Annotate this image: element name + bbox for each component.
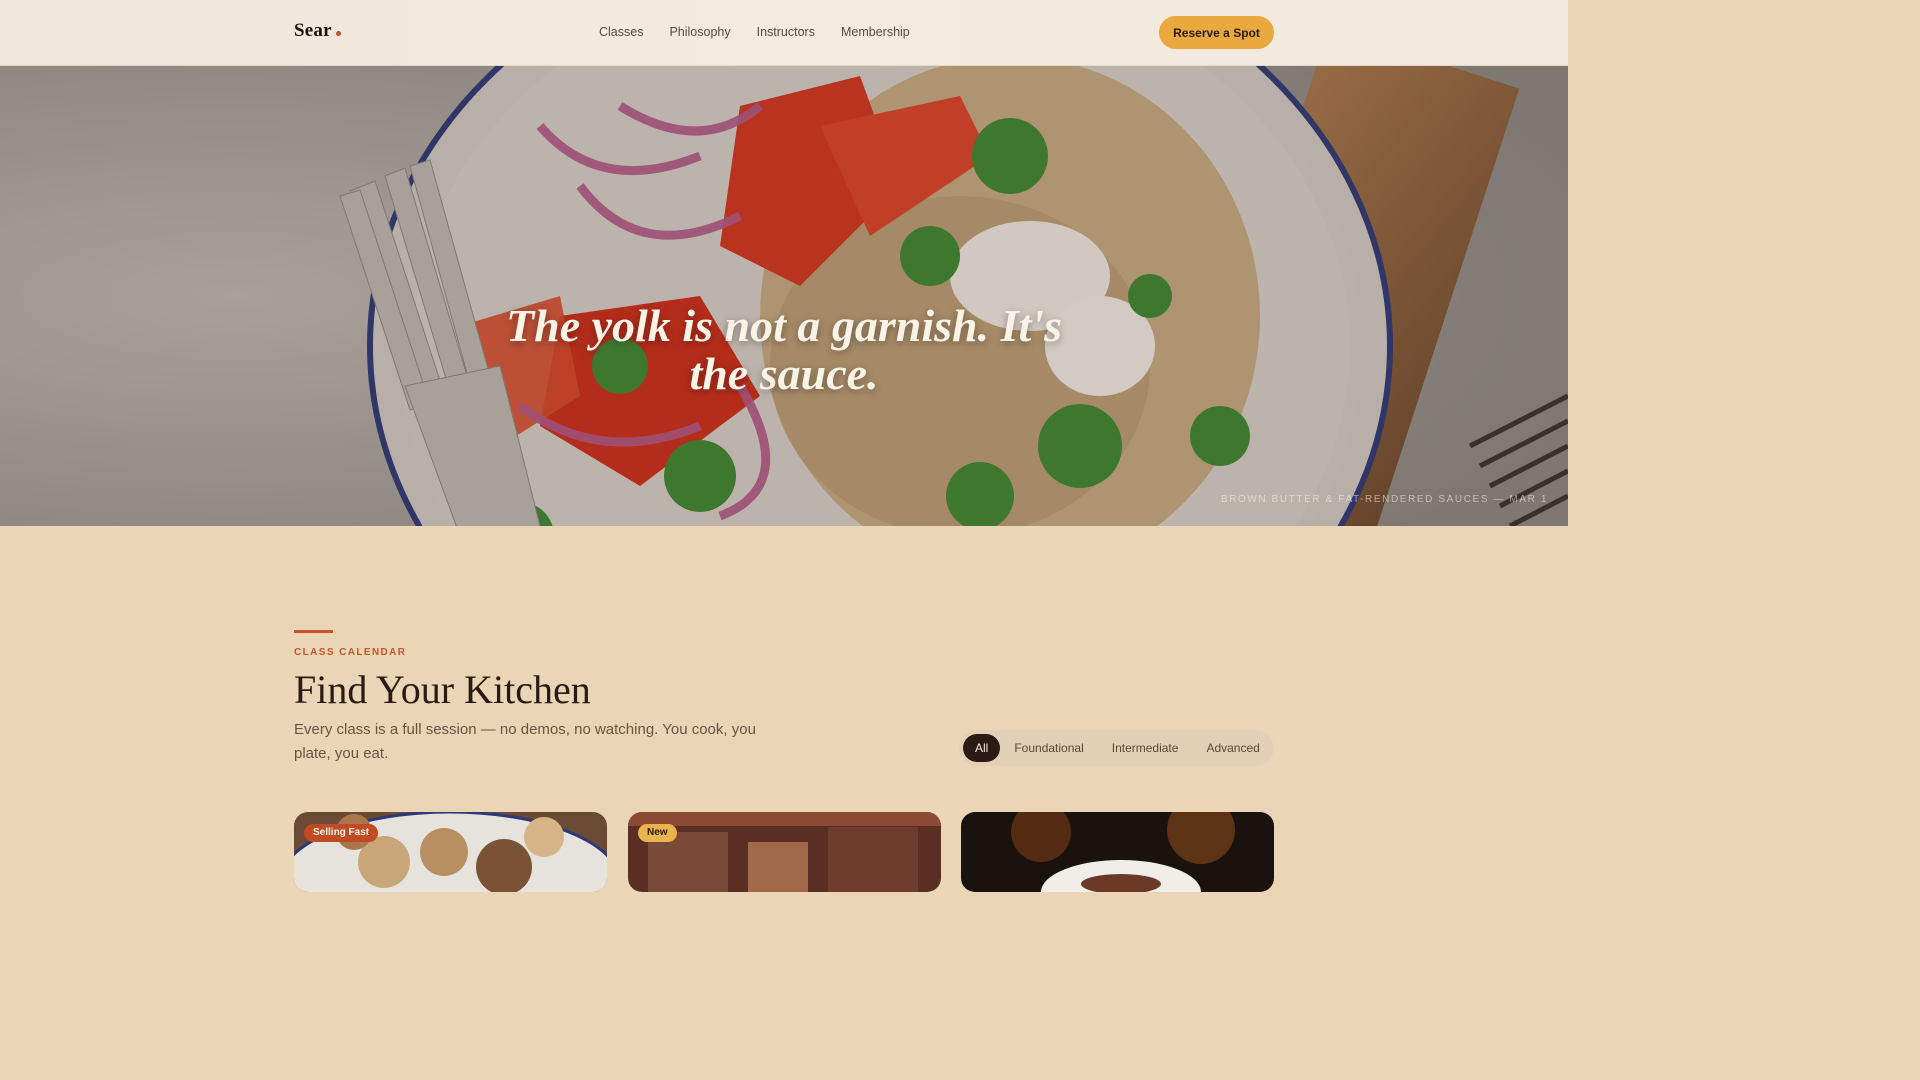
section-title: Find Your Kitchen <box>294 667 591 712</box>
brand-dot-icon <box>336 31 341 36</box>
reserve-spot-button[interactable]: Reserve a Spot <box>1159 16 1274 49</box>
hero-overlay <box>0 66 1568 526</box>
level-filter-group: All Foundational Intermediate Advanced <box>959 730 1274 766</box>
hero-caption: BROWN BUTTER & FAT-RENDERED SAUCES — MAR… <box>1220 494 1548 505</box>
filter-intermediate[interactable]: Intermediate <box>1098 734 1193 762</box>
class-card-1[interactable]: Selling Fast <box>294 812 607 892</box>
nav-link-philosophy[interactable]: Philosophy <box>669 25 730 39</box>
class-card-image <box>628 812 941 892</box>
nav-link-membership[interactable]: Membership <box>841 25 910 39</box>
hero-section: The yolk is not a garnish. It's the sauc… <box>0 66 1568 526</box>
hero-quote: The yolk is not a garnish. It's the sauc… <box>506 300 1062 399</box>
class-card-2[interactable]: New <box>628 812 941 892</box>
class-card-3[interactable] <box>961 812 1274 892</box>
section-accent-rule <box>294 630 333 633</box>
brand-logo[interactable]: Sear <box>294 20 332 42</box>
section-eyebrow: CLASS CALENDAR <box>294 647 407 658</box>
filter-foundational[interactable]: Foundational <box>1000 734 1097 762</box>
class-card-image <box>961 812 1274 892</box>
nav-link-classes[interactable]: Classes <box>599 25 643 39</box>
top-nav: Sear Classes Philosophy Instructors Memb… <box>0 0 1568 66</box>
section-description: Every class is a full session — no demos… <box>294 721 756 762</box>
nav-links: Classes Philosophy Instructors Membershi… <box>599 25 910 39</box>
badge-new: New <box>638 824 677 842</box>
nav-link-instructors[interactable]: Instructors <box>757 25 815 39</box>
filter-advanced[interactable]: Advanced <box>1192 734 1273 762</box>
filter-all[interactable]: All <box>963 734 1001 762</box>
badge-selling-fast: Selling Fast <box>304 824 379 842</box>
